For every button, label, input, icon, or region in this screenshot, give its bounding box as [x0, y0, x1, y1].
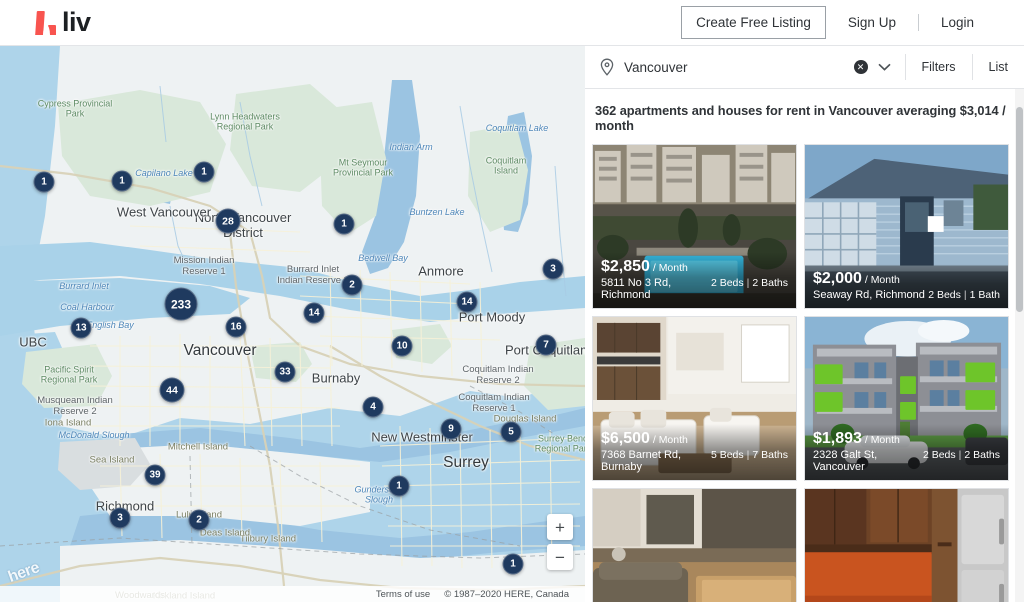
map-cluster-marker[interactable]: 1	[502, 553, 524, 575]
liv-logo-mark-icon	[35, 10, 56, 35]
listing-card[interactable]: $6,500 / Month 7368 Barnet Rd, Burnaby 5 B…	[592, 316, 797, 481]
map-cluster-marker[interactable]: 28	[215, 208, 241, 234]
liv-logo[interactable]: liv	[35, 7, 91, 37]
map-cluster-marker[interactable]: 2	[341, 274, 363, 296]
map-cluster-marker[interactable]: 7	[535, 334, 557, 356]
site-header: liv Create Free Listing Sign Up Login	[0, 0, 1024, 46]
results-scrollbar[interactable]	[1015, 89, 1024, 602]
map-cluster-marker[interactable]: 39	[144, 464, 166, 486]
map-zoom-controls[interactable]: + −	[547, 514, 573, 570]
map-cluster-marker[interactable]: 1	[33, 171, 55, 193]
map-cluster-marker[interactable]: 33	[274, 361, 296, 383]
chevron-down-icon[interactable]	[877, 63, 905, 71]
zoom-out-button[interactable]: −	[547, 544, 573, 570]
map-cluster-marker[interactable]: 3	[109, 507, 131, 529]
results-heading: 362 apartments and houses for rent in Va…	[595, 103, 1006, 133]
map-cluster-marker[interactable]: 4	[362, 396, 384, 418]
map-cluster-marker[interactable]: 2	[188, 509, 210, 531]
search-bar: ✕ Filters List	[585, 46, 1024, 89]
listing-card[interactable]: $2,000 / Month Seaway Rd, Richmond 2 Beds |…	[804, 144, 1009, 309]
header-actions: Create Free Listing Sign Up Login	[681, 6, 996, 39]
sign-up-link[interactable]: Sign Up	[826, 15, 918, 30]
map-cluster-marker[interactable]: 233	[164, 287, 198, 321]
terms-of-use-link[interactable]: Terms of use	[376, 589, 430, 600]
listing-photo	[805, 145, 1008, 308]
search-input[interactable]	[624, 59, 854, 75]
map-cluster-marker[interactable]: 44	[159, 377, 185, 403]
map-cluster-marker[interactable]: 9	[440, 418, 462, 440]
results-panel: ✕ Filters List 362 apartments and houses…	[585, 46, 1024, 602]
map-cluster-marker[interactable]: 16	[225, 316, 247, 338]
map-copyright: © 1987–2020 HERE, Canada	[444, 588, 569, 600]
map-footer: Terms of use © 1987–2020 HERE, Canada	[0, 586, 585, 602]
list-view-button[interactable]: List	[973, 46, 1024, 89]
map-cluster-marker[interactable]: 1	[193, 161, 215, 183]
map-cluster-marker[interactable]: 1	[388, 475, 410, 497]
zoom-in-button[interactable]: +	[547, 514, 573, 540]
listing-cards-grid: $2,850 / Month 5811 No 3 Rd, Richmond 2 Be…	[585, 144, 1024, 602]
map-cluster-marker[interactable]: 5	[500, 421, 522, 443]
map-panel[interactable]: Cypress Provincial Park Lynn Headwaters R…	[0, 46, 585, 602]
listing-card[interactable]: $2,850 / Month 5811 No 3 Rd, Richmond 2 Be…	[592, 144, 797, 309]
location-pin-icon	[599, 58, 615, 76]
listing-photo	[593, 489, 796, 602]
login-link[interactable]: Login	[919, 15, 996, 30]
map-cluster-marker[interactable]: 14	[303, 302, 325, 324]
listing-photo	[805, 317, 1008, 480]
clear-search-icon[interactable]: ✕	[853, 60, 868, 74]
logo-text: liv	[62, 7, 91, 37]
map-cluster-marker[interactable]: 3	[542, 258, 564, 280]
filters-button[interactable]: Filters	[906, 46, 972, 89]
map-cluster-marker[interactable]: 10	[391, 335, 413, 357]
listing-photo	[593, 317, 796, 480]
create-free-listing-button[interactable]: Create Free Listing	[681, 6, 826, 39]
listing-card[interactable]: $1,875 / Month	[592, 488, 797, 602]
listing-card[interactable]: $1,893 / Month 2328 Galt St, Vancouver 2 B…	[804, 316, 1009, 481]
listing-card[interactable]: $1,450 / Month	[804, 488, 1009, 602]
listing-photo	[805, 489, 1008, 602]
map-cluster-marker[interactable]: 13	[70, 317, 92, 339]
map-cluster-marker[interactable]: 14	[456, 291, 478, 313]
listing-photo	[593, 145, 796, 308]
results-scrollbar-thumb[interactable]	[1016, 107, 1023, 312]
map-cluster-marker[interactable]: 1	[111, 170, 133, 192]
results-scroll-area[interactable]: 362 apartments and houses for rent in Va…	[585, 89, 1024, 602]
map-cluster-marker[interactable]: 1	[333, 213, 355, 235]
